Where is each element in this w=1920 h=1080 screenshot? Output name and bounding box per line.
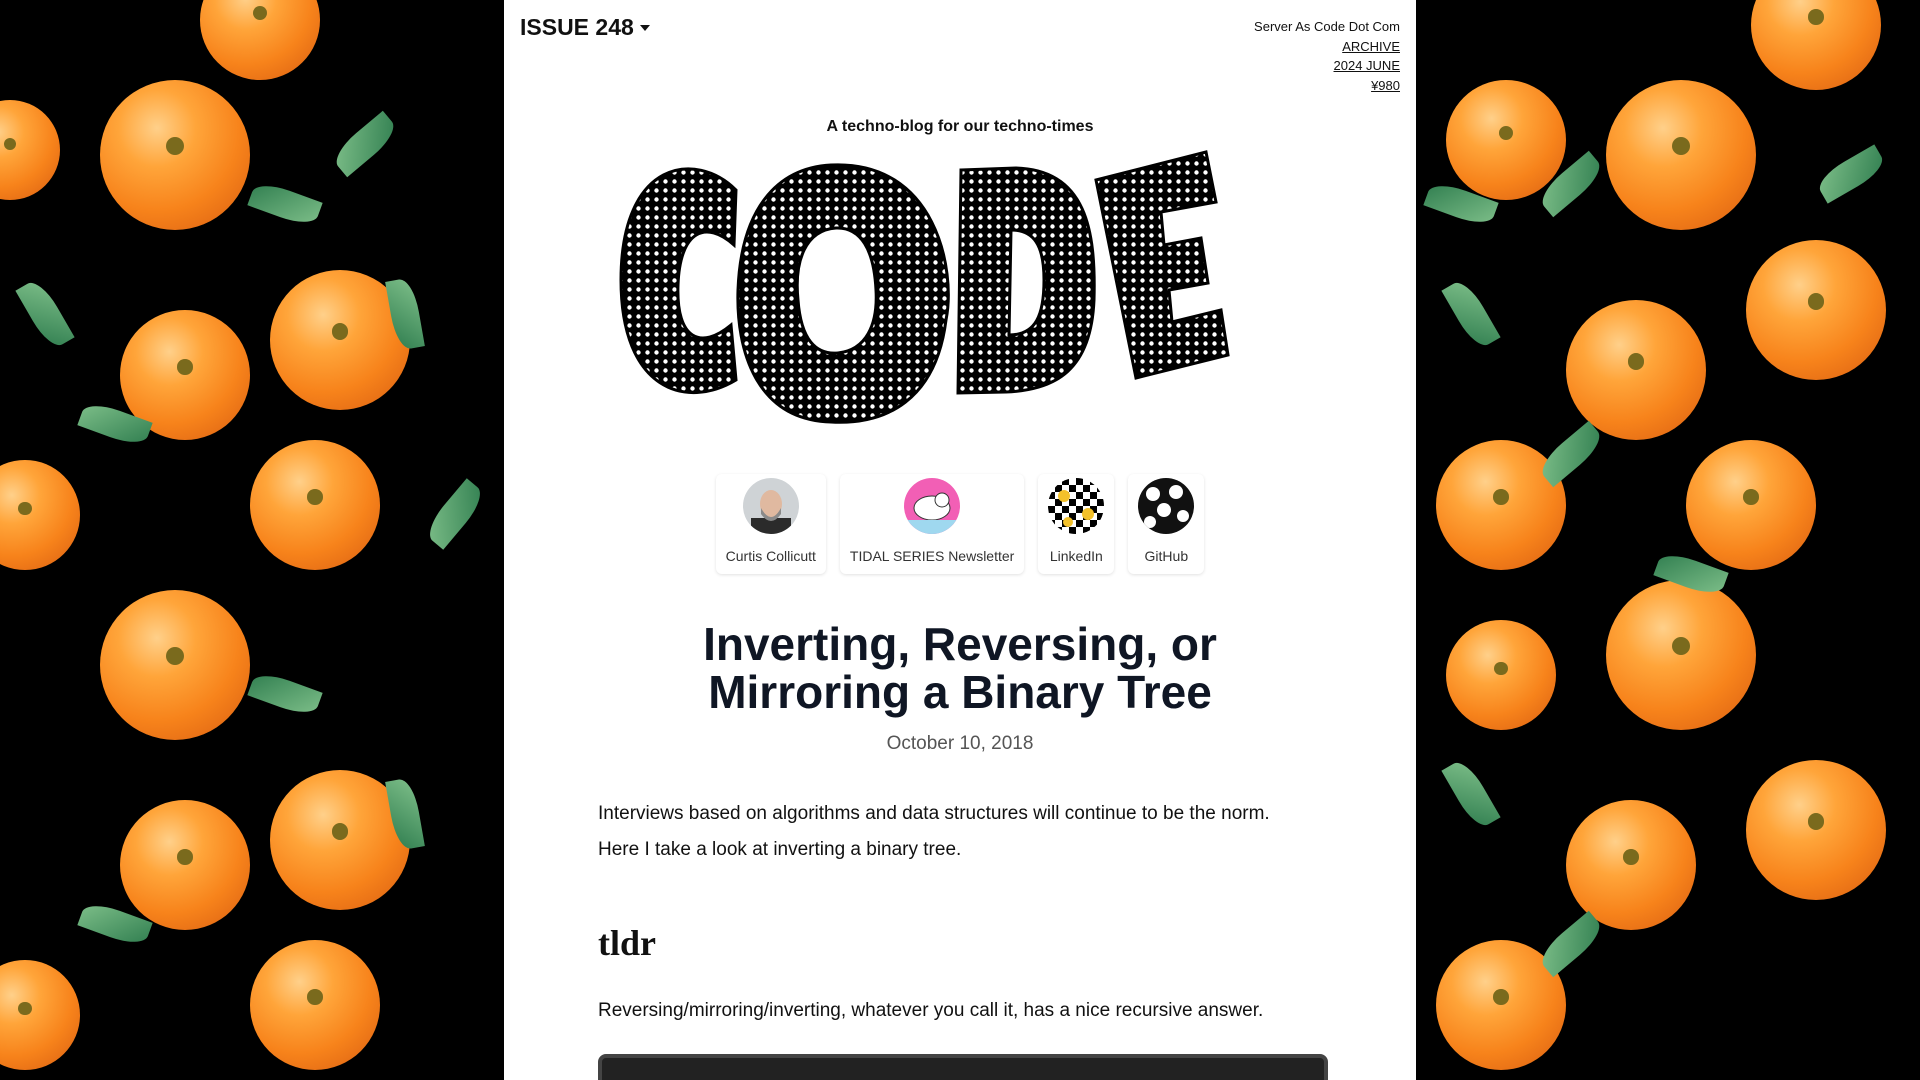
leaf-icon (1535, 420, 1607, 488)
orange-icon (0, 100, 60, 200)
profile-link-curtis[interactable]: Curtis Collicutt (715, 474, 826, 574)
archive-link[interactable]: ARCHIVE (1254, 37, 1400, 57)
code-block (598, 1054, 1328, 1080)
orange-icon (1606, 580, 1756, 730)
orange-pattern-right (1416, 0, 1920, 1080)
leaf-icon (1441, 276, 1501, 352)
logo-letter-e (1094, 150, 1230, 380)
article-date: October 10, 2018 (886, 733, 1034, 754)
logo-letter-o (736, 163, 950, 424)
leaf-icon (247, 178, 323, 230)
orange-icon (100, 80, 250, 230)
leaf-icon (421, 478, 489, 550)
leaf-icon (247, 668, 323, 720)
leaf-icon (15, 276, 75, 352)
header-meta: Server As Code Dot Com ARCHIVE 2024 JUNE… (1254, 17, 1400, 95)
site-name: Server As Code Dot Com (1254, 19, 1400, 34)
code-logo (619, 150, 1230, 424)
orange-icon (1751, 0, 1881, 90)
article-intro: Interviews based on algorithms and data … (598, 796, 1322, 868)
orange-icon (0, 460, 80, 570)
profile-link-linkedin[interactable]: LinkedIn (1038, 474, 1115, 574)
checkered-smiley-icon (1048, 478, 1105, 534)
curtis-avatar-icon (742, 478, 799, 534)
date-link[interactable]: 2024 JUNE (1254, 56, 1400, 76)
orange-icon (1746, 240, 1886, 380)
tldr-text: Reversing/mirroring/inverting, whatever … (598, 1000, 1264, 1021)
ghost-pattern-icon (1138, 478, 1195, 534)
leaf-icon (1813, 144, 1889, 204)
profile-links: Curtis Collicutt TIDAL SERIES Newsletter (504, 474, 1416, 574)
leaf-icon (329, 110, 401, 178)
profile-link-label: GitHub (1144, 548, 1189, 564)
intro-line2: Here I take a look at inverting a binary… (598, 839, 962, 860)
orange-icon (100, 590, 250, 740)
article-title: Inverting, Reversing, or Mirroring a Bin… (504, 620, 1416, 716)
orange-icon (1446, 80, 1566, 200)
price-link[interactable]: ¥980 (1254, 76, 1400, 96)
article-title-line1: Inverting, Reversing, or (703, 618, 1217, 670)
orange-pattern-left (0, 0, 504, 1080)
orange-icon (1566, 300, 1706, 440)
orange-icon (200, 0, 320, 80)
orange-icon (1606, 80, 1756, 230)
orange-icon (1746, 760, 1886, 900)
tagline: A techno-blog for our techno-times (826, 118, 1094, 135)
article-title-line2: Mirroring a Binary Tree (708, 666, 1212, 718)
orange-icon (1566, 800, 1696, 930)
orange-icon (120, 800, 250, 930)
issue-label: ISSUE 248 (520, 14, 634, 40)
profile-link-tidal[interactable]: TIDAL SERIES Newsletter (839, 474, 1025, 574)
profile-link-github[interactable]: GitHub (1128, 474, 1205, 574)
chevron-down-icon (639, 24, 650, 31)
issue-dropdown[interactable]: ISSUE 248 (520, 14, 650, 41)
profile-link-label: LinkedIn (1049, 548, 1103, 564)
leaf-icon (1441, 756, 1501, 832)
leaf-icon (1535, 910, 1607, 978)
orange-icon (0, 960, 80, 1070)
logo-letter-c (619, 167, 738, 394)
profile-link-label: TIDAL SERIES Newsletter (849, 548, 1015, 564)
orange-icon (1446, 620, 1556, 730)
content-page: ISSUE 248 Server As Code Dot Com ARCHIVE… (504, 0, 1416, 1080)
orange-icon (250, 940, 380, 1070)
polar-bear-icon (904, 478, 961, 534)
intro-line1: Interviews based on algorithms and data … (598, 803, 1270, 824)
orange-icon (250, 440, 380, 570)
logo-letter-d (956, 166, 1096, 395)
profile-link-label: Curtis Collicutt (725, 548, 816, 564)
section-heading-tldr: tldr (598, 923, 656, 963)
orange-icon (1686, 440, 1816, 570)
